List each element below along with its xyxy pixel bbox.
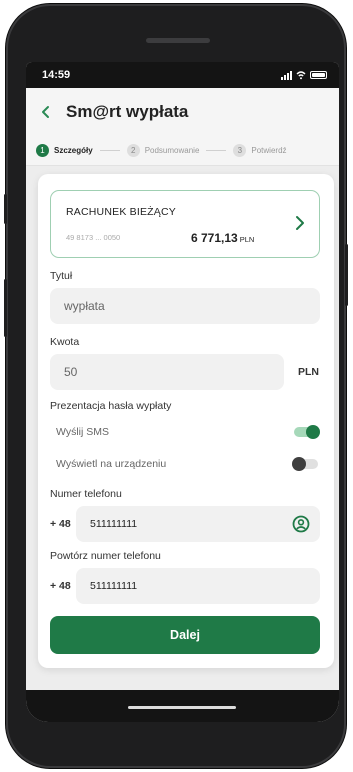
- phone-repeat-value: 511111111: [90, 580, 138, 592]
- bottom-bar: [26, 690, 339, 722]
- page-title: Sm@rt wypłata: [66, 102, 189, 121]
- phone-repeat-prefix: + 48: [50, 580, 71, 592]
- title-input[interactable]: wypłata: [50, 288, 320, 324]
- balance-currency: PLN: [239, 235, 255, 244]
- phone-input[interactable]: 511111111: [76, 506, 320, 542]
- back-icon[interactable]: [40, 105, 52, 119]
- withdrawal-form-card: RACHUNEK BIEŻĄCY 49 8173 ... 0050 6 771,…: [38, 174, 334, 668]
- device-option-row: Wyświetl na urządzeniu: [56, 457, 318, 471]
- password-section-label: Prezentacja hasła wypłaty: [50, 400, 172, 412]
- status-icons: [281, 70, 327, 80]
- sms-option-row: Wyślij SMS: [56, 425, 320, 439]
- device-toggle[interactable]: [292, 457, 318, 471]
- amount-input[interactable]: 50: [50, 354, 284, 390]
- step-summary: 2 Podsumowanie: [126, 144, 200, 157]
- account-balance: 6 771,13 PLN: [191, 231, 254, 245]
- title-label: Tytuł: [50, 270, 73, 282]
- step-number: 3: [233, 144, 247, 157]
- balance-amount: 6 771,13: [191, 231, 238, 245]
- battery-icon: [310, 71, 327, 79]
- step-number: 2: [126, 144, 140, 157]
- screen: 14:59 Sm@rt wypłata 1 Szczegóły 2 Podsum…: [26, 62, 339, 722]
- toggle-knob: [306, 425, 320, 439]
- chevron-right-icon: [296, 216, 304, 230]
- signal-icon: [281, 70, 292, 80]
- step-divider: [206, 150, 227, 151]
- sms-option-label: Wyślij SMS: [56, 426, 109, 438]
- step-details: 1 Szczegóły: [36, 144, 93, 157]
- home-indicator[interactable]: [128, 706, 236, 709]
- amount-label: Kwota: [50, 336, 80, 348]
- phone-label: Numer telefonu: [50, 488, 122, 500]
- step-label: Potwierdź: [251, 146, 287, 155]
- account-name: RACHUNEK BIEŻĄCY: [66, 206, 176, 218]
- side-button-left-2: [4, 279, 7, 337]
- step-confirm: 3 Potwierdź: [233, 144, 287, 157]
- status-time: 14:59: [42, 69, 71, 81]
- account-selector[interactable]: RACHUNEK BIEŻĄCY 49 8173 ... 0050 6 771,…: [50, 190, 320, 258]
- device-option-label: Wyświetl na urządzeniu: [56, 458, 167, 470]
- stepper: 1 Szczegóły 2 Podsumowanie 3 Potwierdź: [26, 136, 339, 166]
- phone-value: 511111111: [90, 518, 138, 530]
- step-number: 1: [36, 144, 49, 157]
- contact-icon[interactable]: [292, 515, 310, 533]
- step-divider: [99, 150, 120, 151]
- account-number: 49 8173 ... 0050: [66, 233, 121, 242]
- status-bar: 14:59: [26, 62, 339, 88]
- step-label: Podsumowanie: [144, 146, 200, 155]
- side-button-left-1: [4, 194, 7, 224]
- amount-currency: PLN: [298, 366, 319, 378]
- speaker-grille: [146, 38, 210, 43]
- phone-repeat-input[interactable]: 511111111: [76, 568, 320, 604]
- side-button-right: [345, 244, 348, 306]
- phone-frame: 14:59 Sm@rt wypłata 1 Szczegóły 2 Podsum…: [4, 4, 348, 768]
- phone-prefix: + 48: [50, 518, 71, 530]
- phone-repeat-label: Powtórz numer telefonu: [50, 550, 161, 562]
- sms-toggle[interactable]: [294, 425, 320, 439]
- toggle-knob: [292, 457, 306, 471]
- step-label: Szczegóły: [54, 146, 93, 155]
- app-header: Sm@rt wypłata: [26, 88, 339, 136]
- next-button[interactable]: Dalej: [50, 616, 320, 654]
- wifi-icon: [296, 71, 306, 80]
